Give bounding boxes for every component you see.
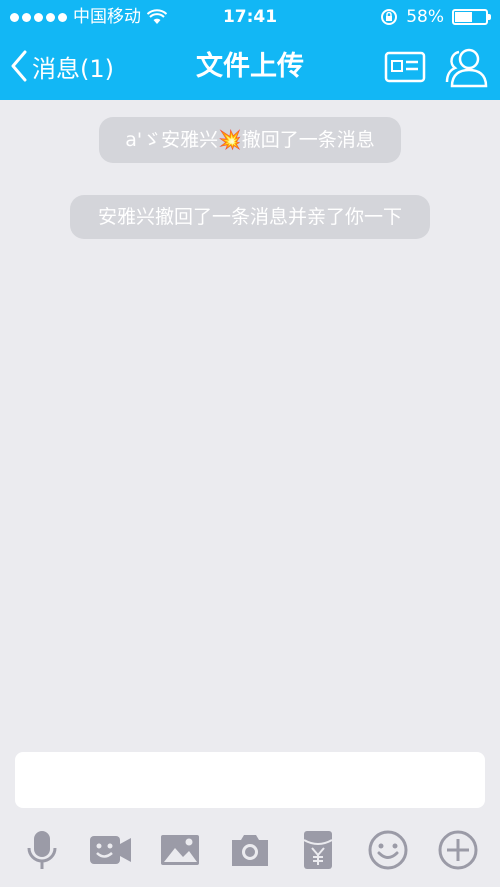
nav-bar: 消息(1) 文件上传 [0,34,500,100]
rotation-lock-icon [380,8,398,26]
image-button[interactable] [158,828,202,872]
emoji-icon [366,828,410,872]
top-bar: 中国移动 17:41 58% 消息(1) 文件上传 [0,0,500,100]
video-chat-icon [88,828,132,872]
profile-card-icon [384,49,426,85]
camera-button[interactable] [228,828,272,872]
chevron-left-icon [10,50,28,82]
signal-icon [10,12,67,22]
battery-percent: 58% [406,7,444,27]
system-notice-recall-2: 安雅兴撤回了一条消息并亲了你一下 [70,195,430,239]
status-bar: 中国移动 17:41 58% [0,0,500,34]
more-button[interactable] [436,828,480,872]
emoji-button[interactable] [366,828,410,872]
status-right: 58% [380,0,491,34]
message-list[interactable]: a'ゞ安雅兴💥撤回了一条消息 安雅兴撤回了一条消息并亲了你一下 [0,100,500,750]
voice-button[interactable] [20,828,64,872]
explosion-emoji: 💥 [218,129,242,151]
back-button[interactable]: 消息(1) [10,46,114,86]
microphone-icon [20,828,64,872]
red-packet-icon [296,828,340,872]
status-left: 中国移动 [10,0,167,34]
notice-prefix: a'ゞ安雅兴 [125,129,219,151]
carrier-label: 中国移动 [73,7,141,27]
video-chat-button[interactable] [88,828,132,872]
message-input[interactable] [15,752,485,808]
image-icon [158,828,202,872]
contacts-icon [444,42,490,90]
wifi-icon [147,9,167,25]
profile-card-button[interactable] [384,49,426,85]
camera-icon [228,828,272,872]
system-notice-recall-1: a'ゞ安雅兴💥撤回了一条消息 [99,117,401,163]
notice-suffix: 撤回了一条消息 [241,129,375,151]
contacts-button[interactable] [444,42,490,90]
plus-icon [436,828,480,872]
battery-icon [452,9,491,25]
red-packet-button[interactable] [296,828,340,872]
input-toolbar [0,818,500,887]
back-label: 消息(1) [32,54,114,83]
